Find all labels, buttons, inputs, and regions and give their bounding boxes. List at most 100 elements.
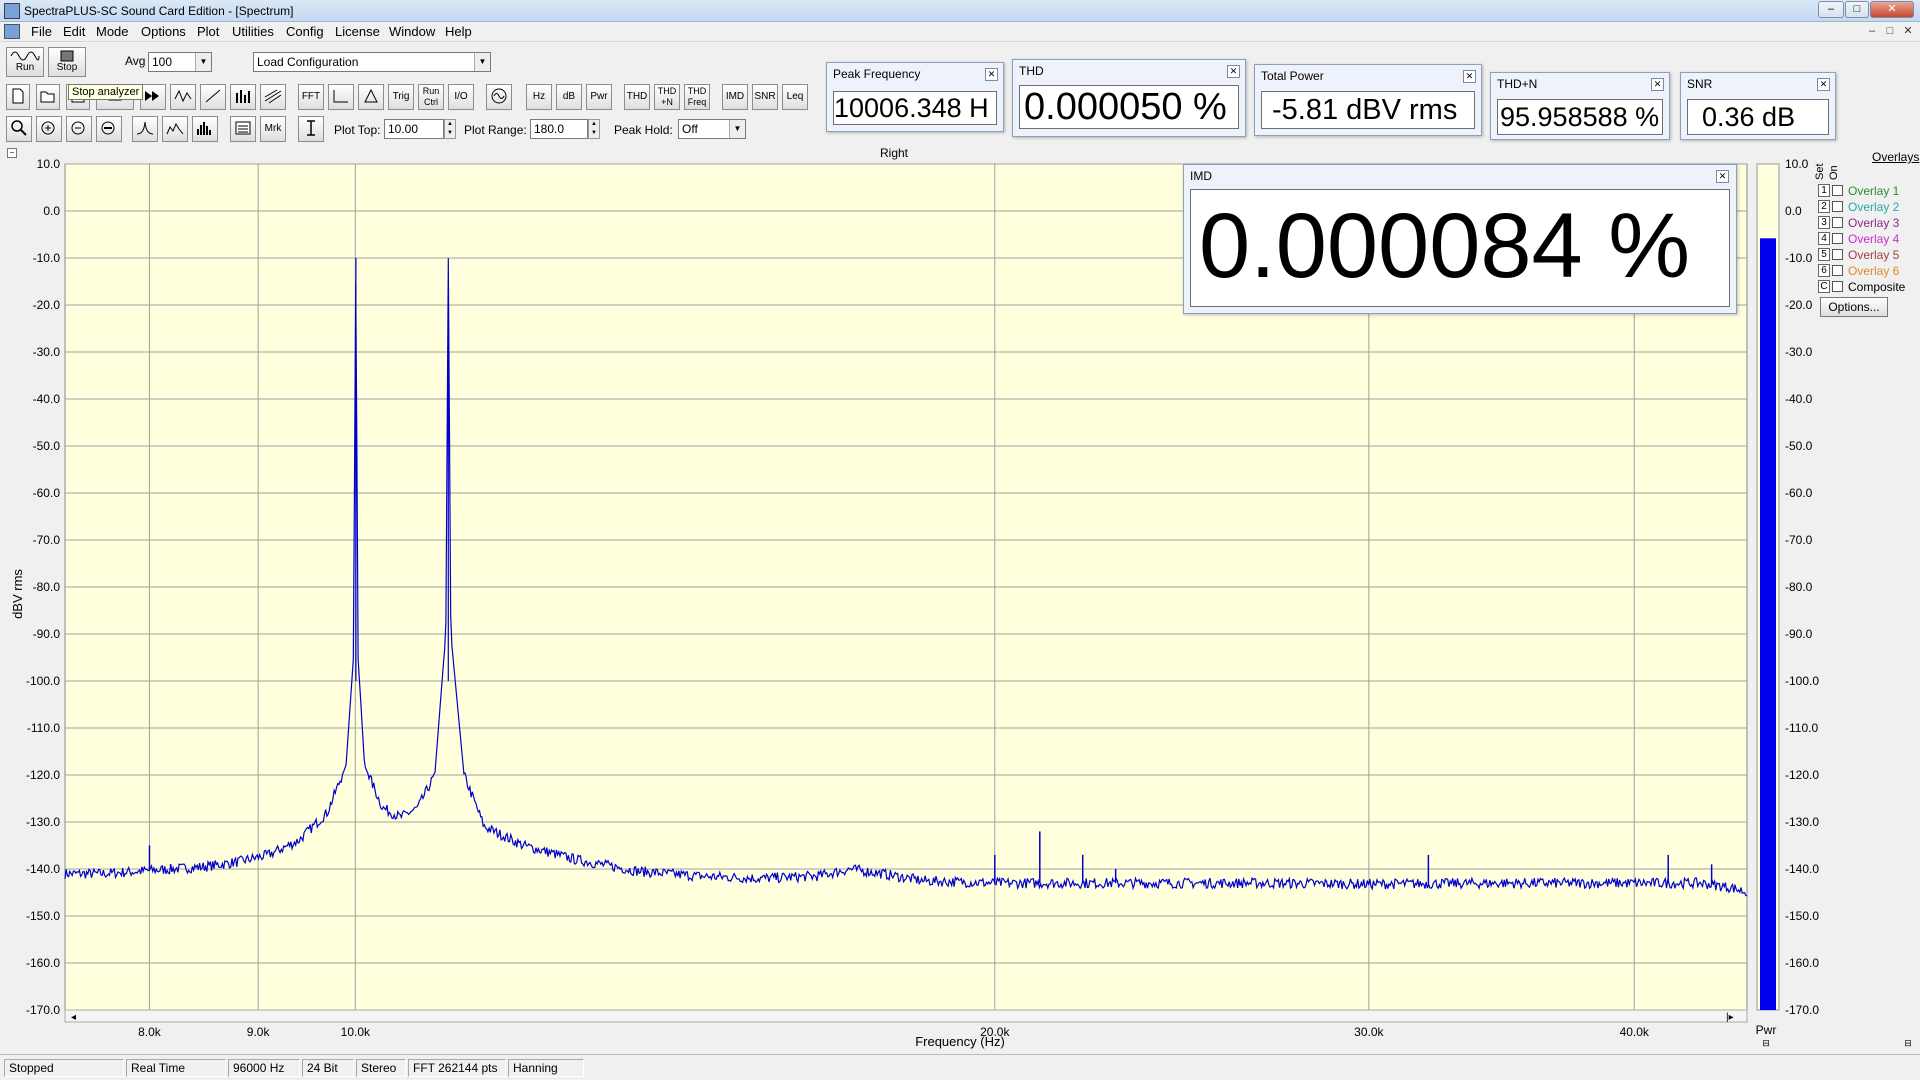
x-tick-label: 8.0k — [138, 1025, 162, 1039]
overlay-set-button[interactable]: 3 — [1818, 216, 1830, 229]
overlay-checkbox[interactable] — [1832, 217, 1843, 228]
mdi-minimize-button[interactable]: – — [1862, 24, 1882, 40]
menu-options[interactable]: Options — [141, 24, 186, 39]
thd-meter[interactable]: THD ✕ 0.000050 % — [1012, 59, 1246, 137]
menu-plot[interactable]: Plot — [197, 24, 219, 39]
peak-hold-select[interactable]: Off ▼ — [678, 119, 746, 139]
overlay-checkbox[interactable] — [1832, 249, 1843, 260]
close-icon[interactable]: ✕ — [1227, 65, 1240, 78]
peak-frequency-meter[interactable]: Peak Frequency ✕ 10006.348 H — [826, 62, 1004, 132]
list-button[interactable] — [230, 116, 256, 142]
io-button[interactable]: I/O — [448, 84, 474, 110]
menu-window[interactable]: Window — [389, 24, 435, 39]
mdi-child-icon[interactable] — [4, 24, 20, 39]
new-file-button[interactable] — [6, 84, 30, 110]
close-icon[interactable]: ✕ — [985, 68, 998, 81]
close-icon[interactable]: ✕ — [1463, 70, 1476, 83]
overlay-options-button[interactable]: Options... — [1820, 297, 1888, 317]
thd-button[interactable]: THD — [624, 84, 650, 110]
avg-select[interactable]: 100 ▼ — [148, 52, 212, 72]
scroll-left-icon[interactable]: ◂ — [71, 1012, 76, 1023]
peak-button[interactable] — [132, 116, 158, 142]
menu-edit[interactable]: Edit — [63, 24, 85, 39]
snr-value: 0.36 dB — [1687, 99, 1829, 135]
fast-forward-button[interactable] — [140, 84, 166, 110]
zoom-out-x-button[interactable] — [66, 116, 92, 142]
snr-button[interactable]: SNR — [752, 84, 778, 110]
overlay-checkbox[interactable] — [1832, 233, 1843, 244]
plot-range-spinner[interactable]: ▲ ▼ — [588, 119, 600, 139]
zoom-out-full-button[interactable] — [96, 116, 122, 142]
overlay-set-button[interactable]: C — [1818, 280, 1830, 293]
load-configuration-select[interactable]: Load Configuration ▼ — [253, 52, 491, 72]
mdi-close-button[interactable]: ✕ — [1898, 24, 1918, 40]
snr-meter[interactable]: SNR ✕ 0.36 dB — [1680, 72, 1836, 140]
trig-button[interactable]: Trig — [388, 84, 414, 110]
thdn-button[interactable]: THD +N — [654, 84, 680, 110]
slope-button[interactable] — [200, 84, 226, 110]
close-button[interactable]: ✕ — [1870, 1, 1914, 18]
generator-button[interactable] — [486, 84, 512, 110]
close-icon[interactable]: ✕ — [1817, 78, 1830, 91]
list-icon — [235, 121, 251, 135]
overlay-checkbox[interactable] — [1832, 201, 1843, 212]
marker-button[interactable]: Mrk — [260, 116, 286, 142]
open-file-button[interactable] — [36, 84, 60, 110]
stop-button[interactable]: Stop — [48, 47, 86, 77]
menu-mode[interactable]: Mode — [96, 24, 129, 39]
zoom-button[interactable] — [6, 116, 32, 142]
bars-button[interactable] — [230, 84, 256, 110]
overlays-panel: Overlays Set On 1 Overlay 1 2 Overlay 2 3 Ove… — [1814, 150, 1920, 320]
plot-range-input[interactable]: 180.0 — [530, 119, 588, 139]
power-bar-collapse-icon[interactable]: ⊟ — [1762, 1038, 1770, 1048]
plot-top-input[interactable]: 10.00 — [384, 119, 444, 139]
scale-button[interactable] — [298, 116, 324, 142]
close-icon[interactable]: ✕ — [1651, 78, 1664, 91]
minimize-button[interactable]: – — [1818, 1, 1844, 18]
spectrogram-button[interactable] — [260, 84, 286, 110]
thdn-meter[interactable]: THD+N ✕ 95.958588 % — [1490, 72, 1670, 140]
y-tick-label: -110.0 — [27, 721, 60, 735]
overlay-checkbox[interactable] — [1832, 185, 1843, 196]
corner-collapse-icon[interactable]: ⊟ — [1904, 1038, 1912, 1048]
octave-button[interactable] — [162, 116, 188, 142]
histogram-button[interactable] — [192, 116, 218, 142]
maximize-button[interactable]: □ — [1845, 1, 1869, 18]
sine-wave-icon — [10, 51, 40, 61]
menu-license[interactable]: License — [335, 24, 380, 39]
close-icon[interactable]: ✕ — [1716, 170, 1729, 183]
pwr-button[interactable]: Pwr — [586, 84, 612, 110]
scroll-right-icon[interactable]: |▸ — [1726, 1012, 1734, 1023]
y-tick-label: -170.0 — [26, 1003, 60, 1017]
mdi-restore-button[interactable]: □ — [1880, 24, 1900, 40]
leq-button[interactable]: Leq — [782, 84, 808, 110]
run-button[interactable]: Run — [6, 47, 44, 77]
overlay-set-button[interactable]: 6 — [1818, 264, 1830, 277]
thd-freq-button[interactable]: THD Freq — [684, 84, 710, 110]
hz-button[interactable]: Hz — [526, 84, 552, 110]
overlay-set-button[interactable]: 1 — [1818, 184, 1830, 197]
overlay-checkbox[interactable] — [1832, 281, 1843, 292]
menu-utilities[interactable]: Utilities — [232, 24, 274, 39]
menu-file[interactable]: File — [31, 24, 52, 39]
app-icon[interactable] — [4, 3, 20, 19]
overlay-checkbox[interactable] — [1832, 265, 1843, 276]
total-power-meter[interactable]: Total Power ✕ -5.81 dBV rms — [1254, 64, 1482, 136]
waveform-mode-button[interactable] — [170, 84, 196, 110]
trigger-level-button[interactable] — [358, 84, 384, 110]
imd-button[interactable]: IMD — [722, 84, 748, 110]
power-tick-label: -50.0 — [1785, 439, 1813, 453]
db-button[interactable]: dB — [556, 84, 582, 110]
fft-button[interactable]: FFT — [298, 84, 324, 110]
scope-button[interactable] — [328, 84, 354, 110]
overlay-set-button[interactable]: 4 — [1818, 232, 1830, 245]
zoom-in-x-button[interactable] — [36, 116, 62, 142]
run-ctrl-button[interactable]: Run Ctrl — [418, 84, 444, 110]
horizontal-scrollbar[interactable] — [64, 1009, 1748, 1023]
plot-top-spinner[interactable]: ▲ ▼ — [444, 119, 456, 139]
overlay-set-button[interactable]: 5 — [1818, 248, 1830, 261]
overlay-set-button[interactable]: 2 — [1818, 200, 1830, 213]
menu-help[interactable]: Help — [445, 24, 472, 39]
menu-config[interactable]: Config — [286, 24, 324, 39]
imd-meter[interactable]: IMD ✕ 0.000084 % — [1183, 164, 1737, 314]
